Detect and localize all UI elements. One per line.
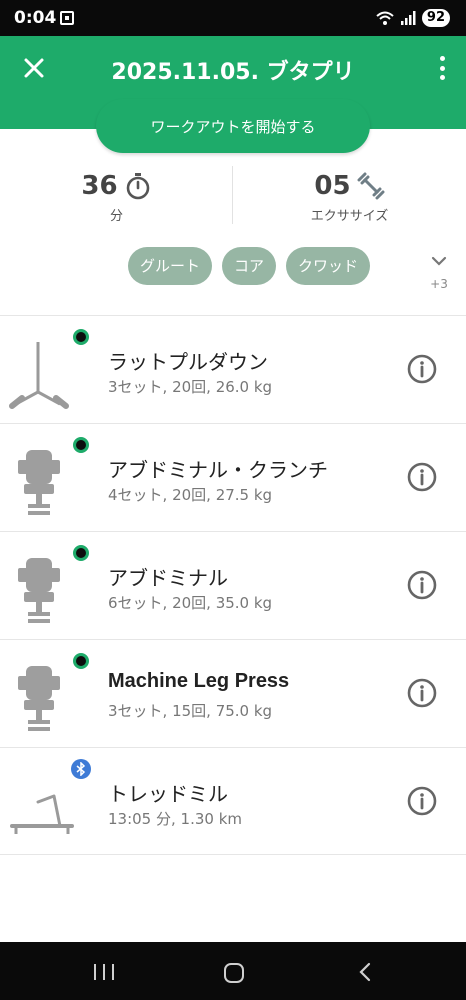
connected-status-icon [71, 651, 91, 671]
tag-chip[interactable]: コア [222, 247, 277, 285]
duration-value: 36 [81, 171, 118, 201]
exercise-count-label: エクササイズ [310, 209, 389, 224]
back-icon[interactable] [356, 962, 374, 982]
exercise-name: ラットプルダウン [108, 350, 268, 374]
tag-chip[interactable]: クワッド [286, 247, 371, 285]
info-icon[interactable] [406, 353, 438, 385]
machine-seat-icon [18, 666, 60, 731]
exercise-detail: 3セット, 15回, 75.0 kg [108, 702, 273, 720]
info-icon[interactable] [406, 785, 438, 817]
exercise-count-stat: 05 エクササイズ [233, 168, 466, 224]
exercise-row[interactable]: トレッドミル 13:05 分, 1.30 km [0, 747, 466, 855]
battery-level: 92 [421, 9, 450, 27]
exercise-row[interactable]: アブドミナル・クランチ 4セット, 20回, 27.5 kg [0, 423, 466, 531]
status-icons: 92 [376, 9, 450, 27]
duration-label: 分 [109, 209, 123, 224]
screen-record-icon [60, 11, 74, 25]
exercise-detail: 3セット, 20回, 26.0 kg [108, 378, 273, 396]
machine-seat-icon [18, 450, 60, 515]
connected-status-icon [71, 543, 91, 563]
duration-stat: 36 分 [0, 168, 233, 224]
exercise-detail: 6セット, 20回, 35.0 kg [108, 594, 273, 612]
chevron-down-icon [431, 256, 447, 266]
status-time: 0:04 [14, 8, 57, 28]
home-icon[interactable] [224, 963, 244, 983]
exercise-row[interactable]: Machine Leg Press 3セット, 15回, 75.0 kg [0, 639, 466, 747]
machine-seat-icon [18, 558, 60, 623]
exercise-name: トレッドミル [108, 782, 228, 806]
connected-status-icon [71, 435, 91, 455]
wifi-icon [376, 11, 394, 25]
bluetooth-icon [71, 759, 91, 779]
exercise-row[interactable]: アブドミナル 6セット, 20回, 35.0 kg [0, 531, 466, 639]
exercise-name: Machine Leg Press [108, 670, 290, 692]
expand-tags-button[interactable]: +3 [424, 252, 454, 291]
dumbbell-icon [357, 172, 385, 200]
connected-status-icon [71, 327, 91, 347]
more-options-icon[interactable] [438, 56, 446, 80]
exercise-detail: 4セット, 20回, 27.5 kg [108, 486, 273, 504]
muscle-tags: グルート コア クワッド [128, 247, 371, 285]
exercise-name: アブドミナル・クランチ [108, 458, 328, 482]
page-title: 2025.11.05. ブタプリ [111, 60, 355, 85]
navigation-bar [0, 942, 466, 1000]
exercise-row[interactable]: ラットプルダウン 3セット, 20回, 26.0 kg [0, 315, 466, 423]
info-icon[interactable] [406, 677, 438, 709]
exercise-list: ラットプルダウン 3セット, 20回, 26.0 kg アブドミナル・クランチ … [0, 315, 466, 855]
tag-chip[interactable]: グルート [128, 247, 213, 285]
lat-pulldown-icon [9, 342, 69, 409]
exercise-count-value: 05 [314, 171, 351, 201]
treadmill-icon [10, 794, 74, 834]
start-workout-button[interactable]: ワークアウトを開始する [96, 99, 370, 153]
exercise-name: アブドミナル [108, 566, 228, 590]
status-bar: 0:04 92 [0, 0, 466, 36]
info-icon[interactable] [406, 569, 438, 601]
info-icon[interactable] [406, 461, 438, 493]
stopwatch-icon [126, 173, 149, 200]
signal-icon [400, 11, 416, 25]
more-tags-count: +3 [430, 277, 448, 291]
recent-apps-icon[interactable] [94, 964, 114, 980]
exercise-detail: 13:05 分, 1.30 km [108, 810, 242, 828]
